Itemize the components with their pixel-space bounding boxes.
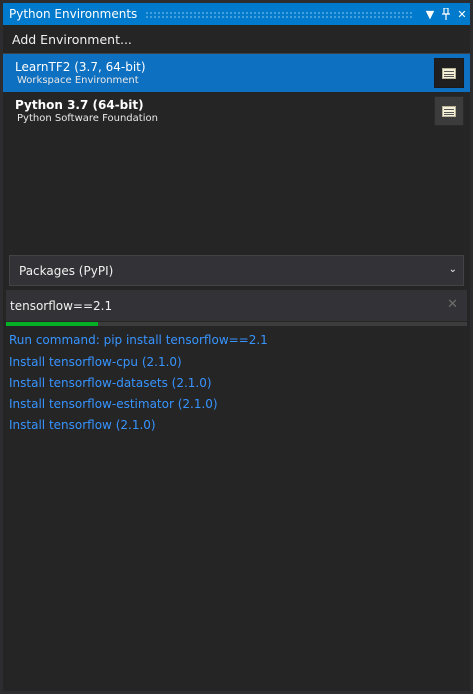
environment-name: Python 3.7 (64-bit) bbox=[15, 98, 144, 112]
title-grip[interactable] bbox=[145, 10, 414, 18]
panel-title: Python Environments bbox=[9, 7, 138, 21]
result-run-command[interactable]: Run command: pip install tensorflow==2.1 bbox=[9, 333, 268, 347]
close-icon[interactable]: ✕ bbox=[454, 3, 470, 25]
console-icon bbox=[442, 105, 456, 117]
clear-search-icon[interactable]: ✕ bbox=[447, 297, 458, 312]
result-install-tensorflow-cpu[interactable]: Install tensorflow-cpu (2.1.0) bbox=[9, 355, 182, 369]
dropdown-icon[interactable]: ▼ bbox=[422, 3, 438, 25]
console-icon bbox=[442, 67, 456, 79]
package-search-input[interactable] bbox=[10, 298, 430, 313]
pin-icon-glyph bbox=[442, 8, 450, 20]
open-interactive-window-button[interactable] bbox=[434, 96, 464, 126]
search-progress-fill bbox=[6, 322, 99, 326]
environment-item-learntf2[interactable]: LearnTF2 (3.7, 64-bit) Workspace Environ… bbox=[3, 54, 470, 92]
chevron-down-icon: ⌄ bbox=[448, 264, 457, 275]
result-install-tensorflow-estimator[interactable]: Install tensorflow-estimator (2.1.0) bbox=[9, 397, 218, 411]
search-progress-bar bbox=[6, 322, 467, 326]
environment-subtitle: Workspace Environment bbox=[17, 75, 139, 86]
packages-source-label: Packages (PyPI) bbox=[19, 263, 114, 278]
python-environments-panel: Python Environments ▼ ✕ Add Environment.… bbox=[0, 0, 473, 694]
pin-icon[interactable] bbox=[438, 3, 454, 25]
packages-source-dropdown[interactable]: Packages (PyPI) ⌄ bbox=[9, 255, 464, 286]
open-interactive-window-button[interactable] bbox=[434, 58, 464, 88]
environment-subtitle: Python Software Foundation bbox=[17, 113, 158, 124]
panel-title-bar[interactable]: Python Environments ▼ ✕ bbox=[3, 3, 470, 25]
result-install-tensorflow-datasets[interactable]: Install tensorflow-datasets (2.1.0) bbox=[9, 376, 212, 390]
result-install-tensorflow[interactable]: Install tensorflow (2.1.0) bbox=[9, 418, 156, 432]
environment-name: LearnTF2 (3.7, 64-bit) bbox=[15, 60, 146, 74]
environment-item-python37[interactable]: Python 3.7 (64-bit) Python Software Foun… bbox=[3, 92, 470, 130]
add-environment-button[interactable]: Add Environment... bbox=[3, 25, 470, 53]
package-search-box[interactable]: ✕ bbox=[6, 290, 467, 321]
